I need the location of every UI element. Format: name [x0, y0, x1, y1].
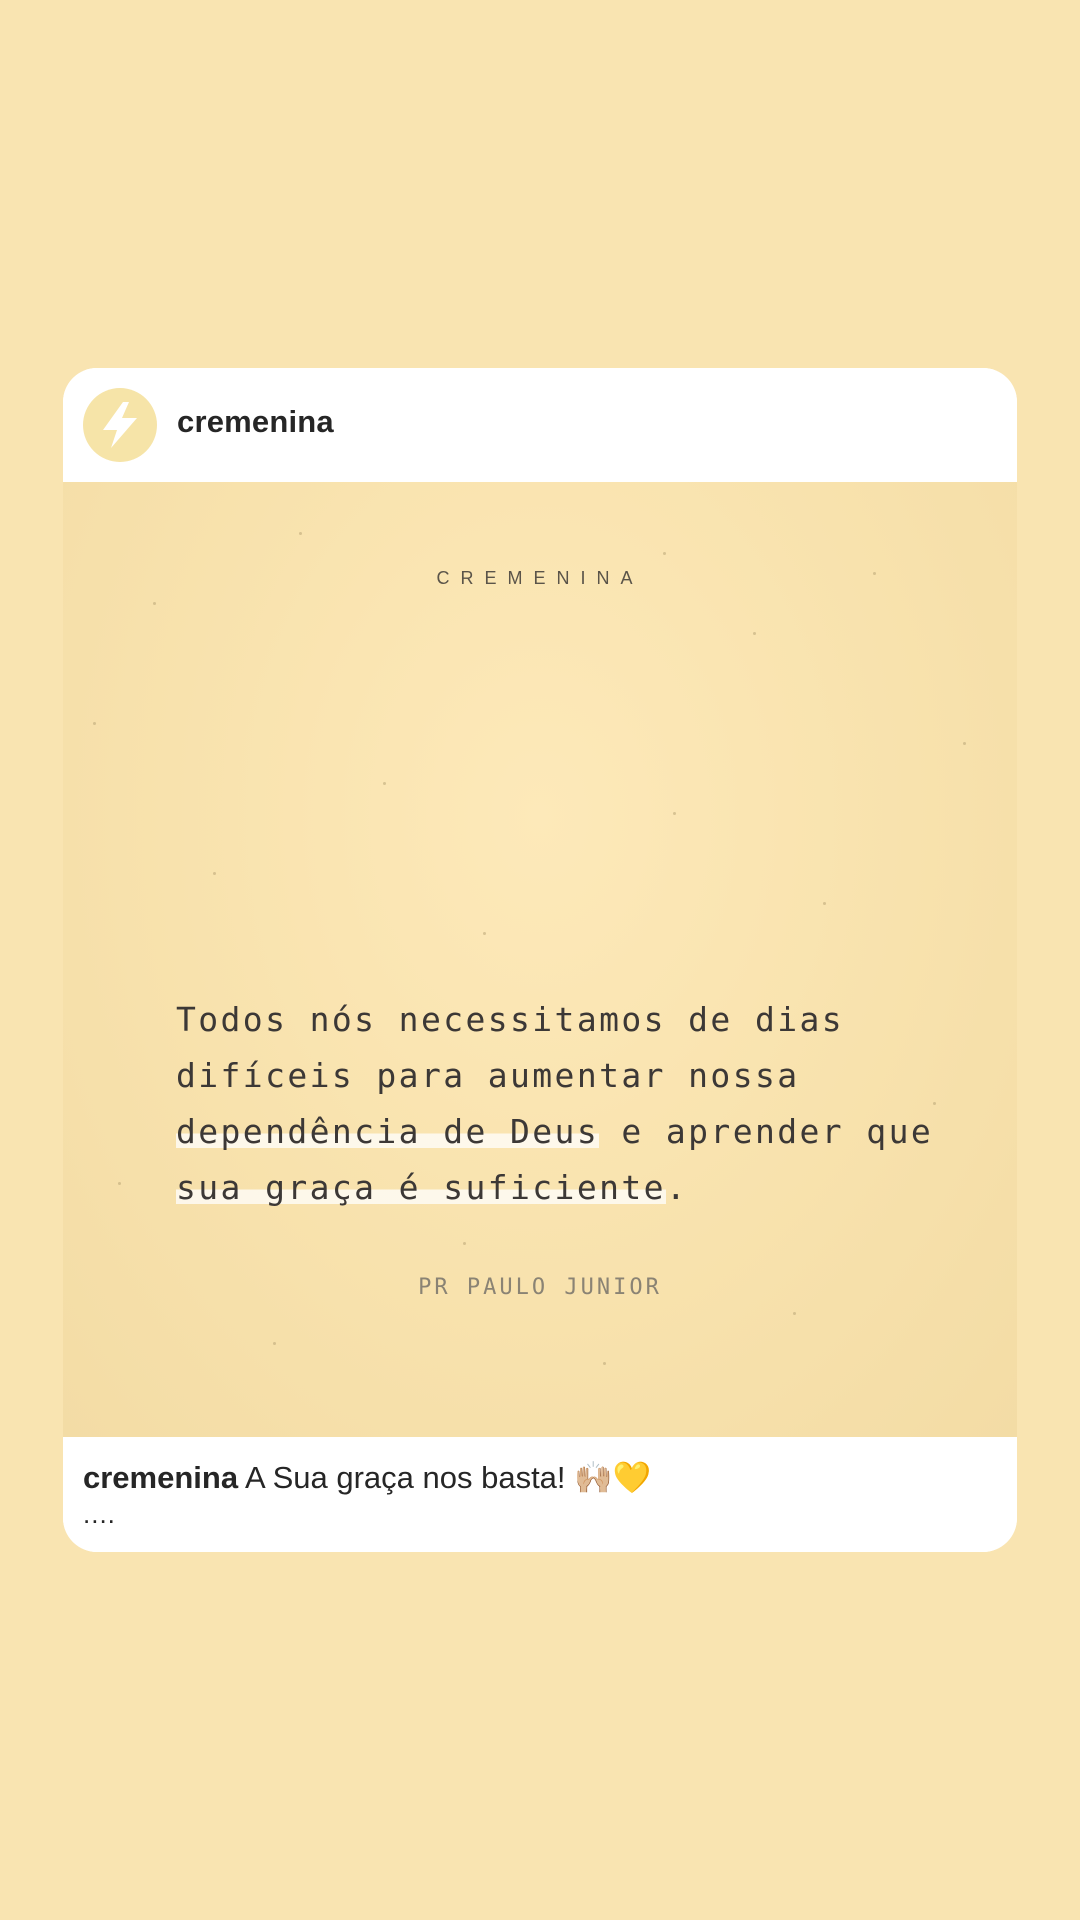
lightning-bolt-icon — [97, 400, 143, 450]
avatar[interactable] — [83, 388, 157, 462]
caption-text: A Sua graça nos basta! 🙌🏼💛 — [244, 1460, 652, 1495]
quote-author: PR PAULO JUNIOR — [418, 1275, 662, 1300]
quote-segment: Todos nós necessitamos de dias difíceis … — [176, 1000, 845, 1095]
caption-line: cremenina A Sua graça nos basta! 🙌🏼💛 — [83, 1459, 651, 1496]
post-username[interactable]: cremenina — [177, 404, 334, 440]
caption-more[interactable]: .... — [83, 1499, 116, 1530]
quote-highlight: dependência de Deus — [176, 1112, 600, 1151]
post-caption: cremenina A Sua graça nos basta! 🙌🏼💛 ...… — [63, 1437, 1017, 1552]
post-image[interactable]: CREMENINA Todos nós necessitamos de dias… — [63, 482, 1017, 1437]
quote-segment: . — [665, 1168, 689, 1207]
quote-text: Todos nós necessitamos de dias difíceis … — [176, 992, 956, 1216]
caption-username[interactable]: cremenina — [83, 1460, 238, 1495]
quote-highlight: sua graça é suficiente — [176, 1168, 666, 1207]
post-header: cremenina — [63, 368, 1017, 482]
quote-segment: e aprender que — [599, 1112, 934, 1151]
story-post-card[interactable]: cremenina CREMENINA Todos nós necessitam… — [63, 368, 1017, 1552]
brand-watermark: CREMENINA — [436, 568, 644, 588]
